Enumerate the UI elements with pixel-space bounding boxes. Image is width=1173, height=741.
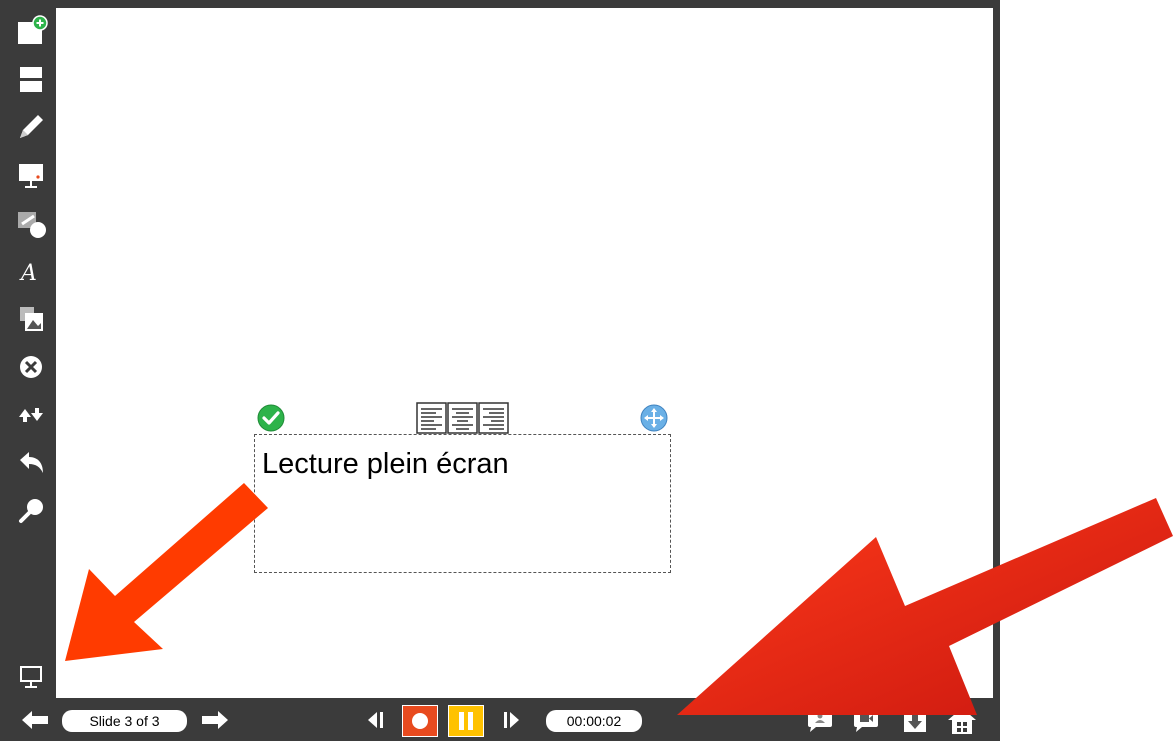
presentation-board-icon[interactable] [14,158,48,192]
comment-video-button[interactable] [849,706,883,736]
text-font-icon[interactable]: A [14,254,48,288]
skip-forward-icon [504,712,519,728]
download-icon [904,710,926,732]
next-slide-button[interactable] [198,708,232,732]
bottom-toolbar: Slide 3 of 3 00:00:02 [0,698,1000,741]
shapes-icon[interactable] [14,206,48,240]
skip-back-icon [368,712,383,728]
arrow-right-icon [202,711,228,729]
confirm-textbox-button[interactable] [257,404,285,432]
skip-forward-button[interactable] [497,706,525,734]
magnifier-icon[interactable] [14,494,48,528]
insert-media-icon[interactable] [14,302,48,336]
add-slide-icon[interactable] [14,14,48,48]
arrow-left-icon [22,711,48,729]
comment-user-button[interactable] [803,706,837,736]
layout-icon[interactable] [14,62,48,96]
delete-icon[interactable] [14,350,48,384]
reorder-icon[interactable] [14,398,48,432]
slide-indicator: Slide 3 of 3 [62,710,187,732]
download-button[interactable] [898,706,932,736]
pause-button[interactable] [448,705,484,737]
move-handle-icon [640,404,668,432]
text-align-icon [416,402,509,434]
home-button[interactable] [944,705,980,737]
check-circle-icon [257,404,285,432]
record-icon [412,713,428,729]
timer-display: 00:00:02 [546,710,642,732]
svg-text:A: A [19,261,37,286]
tool-sidebar: A [0,0,56,741]
skip-back-button[interactable] [362,706,390,734]
textbox-content[interactable]: Lecture plein écran [262,448,509,481]
move-textbox-handle[interactable] [640,404,668,432]
text-align-button[interactable] [416,402,510,434]
record-button[interactable] [402,705,438,737]
comment-video-icon [854,710,878,732]
undo-icon[interactable] [14,446,48,480]
pause-icon [459,712,473,730]
home-icon [948,708,976,734]
pencil-icon[interactable] [14,110,48,144]
prev-slide-button[interactable] [18,708,52,732]
comment-user-icon [808,710,832,732]
fullscreen-play-icon[interactable] [14,660,48,694]
slide-canvas[interactable] [56,8,993,698]
